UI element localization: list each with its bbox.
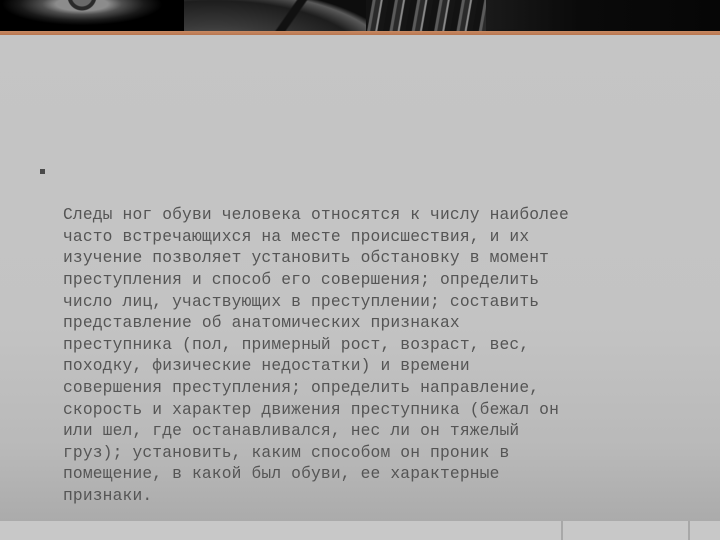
- footer-divider: [561, 521, 563, 540]
- square-bullet-icon: [40, 169, 45, 174]
- bullet-text: Следы ног обуви человека относятся к чис…: [63, 205, 569, 505]
- presentation-slide: Следы ног обуви человека относятся к чис…: [0, 0, 720, 540]
- bullet-list: Следы ног обуви человека относятся к чис…: [36, 161, 686, 507]
- footer-divider: [688, 521, 690, 540]
- bullet-item: Следы ног обуви человека относятся к чис…: [36, 161, 686, 507]
- footer-strip: [0, 521, 720, 540]
- header-photo-dark: [486, 0, 720, 31]
- header-photo-disc: [184, 0, 366, 31]
- header-image-band: [0, 0, 720, 31]
- header-photo-blades: [366, 0, 486, 31]
- header-photo-wheel: [0, 0, 184, 31]
